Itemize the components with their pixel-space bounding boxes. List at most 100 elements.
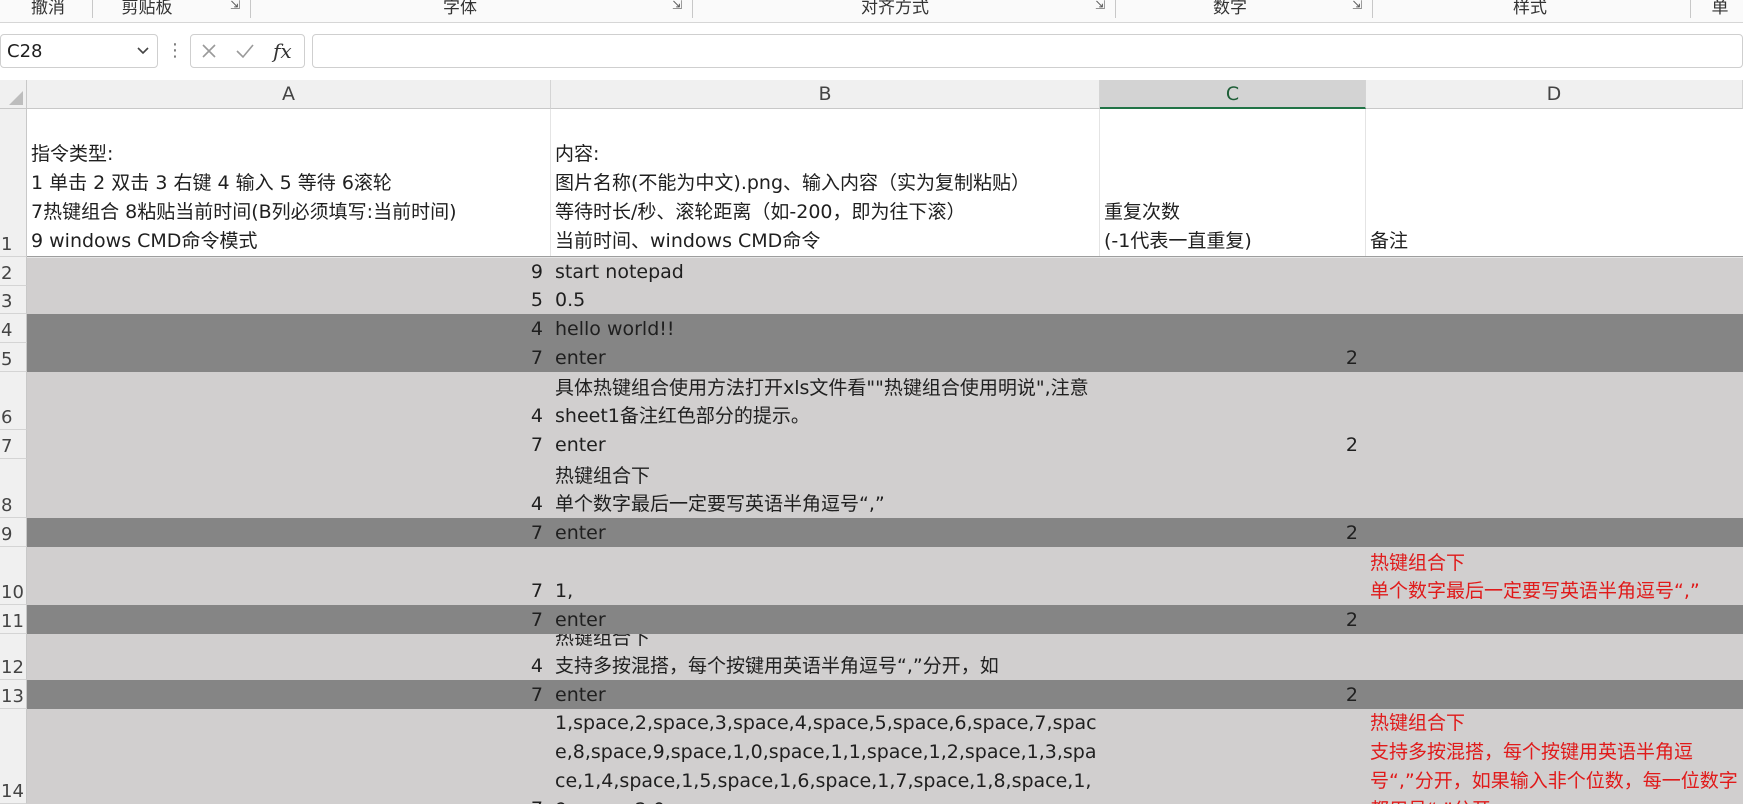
cell-c9[interactable]: 2: [1100, 518, 1366, 547]
formula-input[interactable]: [312, 34, 1743, 68]
cell-b9[interactable]: enter: [551, 518, 1100, 547]
cell-d4[interactable]: [1366, 314, 1743, 343]
cell-a14[interactable]: 7: [27, 709, 551, 804]
cell-b5[interactable]: enter: [551, 343, 1100, 372]
row-header[interactable]: 9: [0, 518, 27, 547]
cell-b7[interactable]: enter: [551, 430, 1100, 459]
cell-a1[interactable]: 指令类型: 1 单击 2 双击 3 右键 4 输入 5 等待 6滚轮 7热键组合…: [27, 109, 551, 256]
cell-b12[interactable]: 热键组合下 支持多按混搭，每个按键用英语半角逗号“,”分开，如: [551, 634, 1100, 680]
row-header[interactable]: 4: [0, 314, 27, 343]
chevron-down-icon[interactable]: [135, 42, 151, 58]
row-header[interactable]: 8: [0, 459, 27, 518]
cell-a6[interactable]: 4: [27, 372, 551, 430]
ribbon-group-labels: 撤消 剪贴板 ⇲ 字体 ⇲ 对齐方式 ⇲ 数字 ⇲ 样式 单: [0, 0, 1743, 23]
alignment-dialog-launcher-icon[interactable]: ⇲: [1095, 0, 1105, 12]
ribbon-group-undo: 撤消: [31, 0, 65, 18]
enter-check-icon[interactable]: [234, 41, 256, 61]
gridline: [27, 257, 1743, 258]
select-all-corner[interactable]: [0, 80, 27, 109]
formula-bar: C28 ⋮ fx: [0, 34, 1743, 70]
cell-d5[interactable]: [1366, 343, 1743, 372]
row-header[interactable]: 14: [0, 709, 27, 804]
cell-d12[interactable]: [1366, 634, 1743, 680]
cell-a11[interactable]: 7: [27, 605, 551, 634]
cancel-icon[interactable]: [199, 41, 219, 61]
formula-actions: fx: [190, 34, 305, 68]
ribbon-separator: [1690, 0, 1691, 18]
cell-b1[interactable]: 内容: 图片名称(不能为中文).png、输入内容（实为复制粘贴） 等待时长/秒、…: [551, 109, 1100, 256]
column-header-b[interactable]: B: [551, 80, 1100, 109]
ribbon-group-cells: 单: [1711, 0, 1729, 18]
cell-d14[interactable]: 热键组合下 支持多按混搭，每个按键用英语半角逗号“,”分开，如果输入非个位数，每…: [1366, 709, 1743, 804]
row-header[interactable]: 12: [0, 634, 27, 680]
cell-d7[interactable]: [1366, 430, 1743, 459]
table-row: 7 enter 2: [27, 343, 1743, 372]
row-header[interactable]: 5: [0, 343, 27, 372]
cell-c10[interactable]: [1100, 547, 1366, 605]
name-box-value: C28: [7, 40, 43, 62]
cell-d13[interactable]: [1366, 680, 1743, 709]
cell-a4[interactable]: 4: [27, 314, 551, 343]
column-header-d[interactable]: D: [1366, 80, 1743, 109]
cell-d2[interactable]: [1366, 257, 1743, 286]
cell-c14[interactable]: [1100, 709, 1366, 804]
clipboard-dialog-launcher-icon[interactable]: ⇲: [230, 0, 240, 12]
row-header[interactable]: 11: [0, 605, 27, 634]
row-header[interactable]: 2: [0, 257, 27, 286]
cell-b14[interactable]: 1,space,2,space,3,space,4,space,5,space,…: [551, 709, 1100, 804]
cell-b3[interactable]: 0.5: [551, 286, 1100, 314]
cell-c2[interactable]: [1100, 257, 1366, 286]
cell-d11[interactable]: [1366, 605, 1743, 634]
table-row: 5 0.5: [27, 286, 1743, 314]
insert-function-icon[interactable]: fx: [271, 39, 297, 63]
cell-c4[interactable]: [1100, 314, 1366, 343]
cell-a5[interactable]: 7: [27, 343, 551, 372]
ribbon-separator: [250, 0, 251, 18]
cell-c12[interactable]: [1100, 634, 1366, 680]
cell-c8[interactable]: [1100, 459, 1366, 518]
cell-b13[interactable]: enter: [551, 680, 1100, 709]
table-row: 9 start notepad: [27, 257, 1743, 286]
cell-c3[interactable]: [1100, 286, 1366, 314]
cell-d10[interactable]: 热键组合下 单个数字最后一定要写英语半角逗号“,”: [1366, 547, 1743, 605]
cell-a13[interactable]: 7: [27, 680, 551, 709]
row-header[interactable]: 10: [0, 547, 27, 605]
cell-a9[interactable]: 7: [27, 518, 551, 547]
cell-b4[interactable]: hello world!!: [551, 314, 1100, 343]
row-header[interactable]: 13: [0, 680, 27, 709]
cell-c6[interactable]: [1100, 372, 1366, 430]
cell-d9[interactable]: [1366, 518, 1743, 547]
row-header[interactable]: 7: [0, 430, 27, 459]
cell-b8[interactable]: 热键组合下 单个数字最后一定要写英语半角逗号“,”: [551, 459, 1100, 518]
cell-c7[interactable]: 2: [1100, 430, 1366, 459]
cell-b10[interactable]: 1,: [551, 547, 1100, 605]
row-header[interactable]: 3: [0, 286, 27, 314]
cell-b11[interactable]: enter: [551, 605, 1100, 634]
cell-c13[interactable]: 2: [1100, 680, 1366, 709]
cell-a10[interactable]: 7: [27, 547, 551, 605]
cell-a8[interactable]: 4: [27, 459, 551, 518]
cell-c11[interactable]: 2: [1100, 605, 1366, 634]
cell-b6[interactable]: 具体热键组合使用方法打开xls文件看""热键组合使用明说",注意sheet1备注…: [551, 372, 1100, 430]
cell-d1[interactable]: 备注: [1366, 109, 1743, 256]
cell-c1[interactable]: 重复次数 (-1代表一直重复): [1100, 109, 1366, 256]
cell-d3[interactable]: [1366, 286, 1743, 314]
row-header[interactable]: 6: [0, 372, 27, 430]
cell-c5[interactable]: 2: [1100, 343, 1366, 372]
cell-a12[interactable]: 4: [27, 634, 551, 680]
font-dialog-launcher-icon[interactable]: ⇲: [672, 0, 682, 12]
cell-a2[interactable]: 9: [27, 257, 551, 286]
number-dialog-launcher-icon[interactable]: ⇲: [1352, 0, 1362, 12]
table-row: 7 enter 2: [27, 680, 1743, 709]
table-row: 4 具体热键组合使用方法打开xls文件看""热键组合使用明说",注意sheet1…: [27, 372, 1743, 430]
cell-b2[interactable]: start notepad: [551, 257, 1100, 286]
more-options-icon[interactable]: ⋮: [166, 40, 184, 61]
name-box[interactable]: C28: [0, 34, 158, 68]
cell-d8[interactable]: [1366, 459, 1743, 518]
cell-a7[interactable]: 7: [27, 430, 551, 459]
column-header-c[interactable]: C: [1100, 80, 1366, 109]
row-header[interactable]: 1: [0, 109, 27, 257]
cell-a3[interactable]: 5: [27, 286, 551, 314]
cell-d6[interactable]: [1366, 372, 1743, 430]
column-header-a[interactable]: A: [27, 80, 551, 109]
